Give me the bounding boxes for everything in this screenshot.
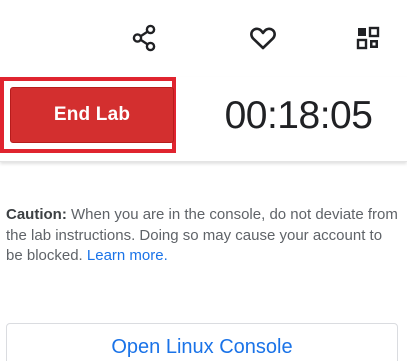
qr-code-button[interactable] bbox=[348, 18, 388, 58]
caution-label: Caution: bbox=[6, 206, 67, 223]
lab-timer: 00:18:05 bbox=[224, 94, 373, 137]
end-lab-button[interactable]: End Lab bbox=[10, 87, 174, 143]
learn-more-link[interactable]: Learn more. bbox=[87, 247, 168, 264]
heart-icon bbox=[250, 27, 276, 50]
favorite-button[interactable] bbox=[243, 18, 283, 58]
lab-control-bar: End Lab 00:18:05 bbox=[0, 77, 407, 162]
top-toolbar bbox=[0, 0, 407, 76]
open-linux-console-button[interactable]: Open Linux Console bbox=[6, 323, 398, 361]
share-icon bbox=[132, 24, 156, 52]
caution-notice: Caution: When you are in the console, do… bbox=[6, 205, 401, 267]
lab-panel: End Lab 00:18:05 Caution: When you are i… bbox=[0, 0, 407, 361]
share-button[interactable] bbox=[124, 18, 164, 58]
qr-code-icon bbox=[356, 26, 380, 50]
